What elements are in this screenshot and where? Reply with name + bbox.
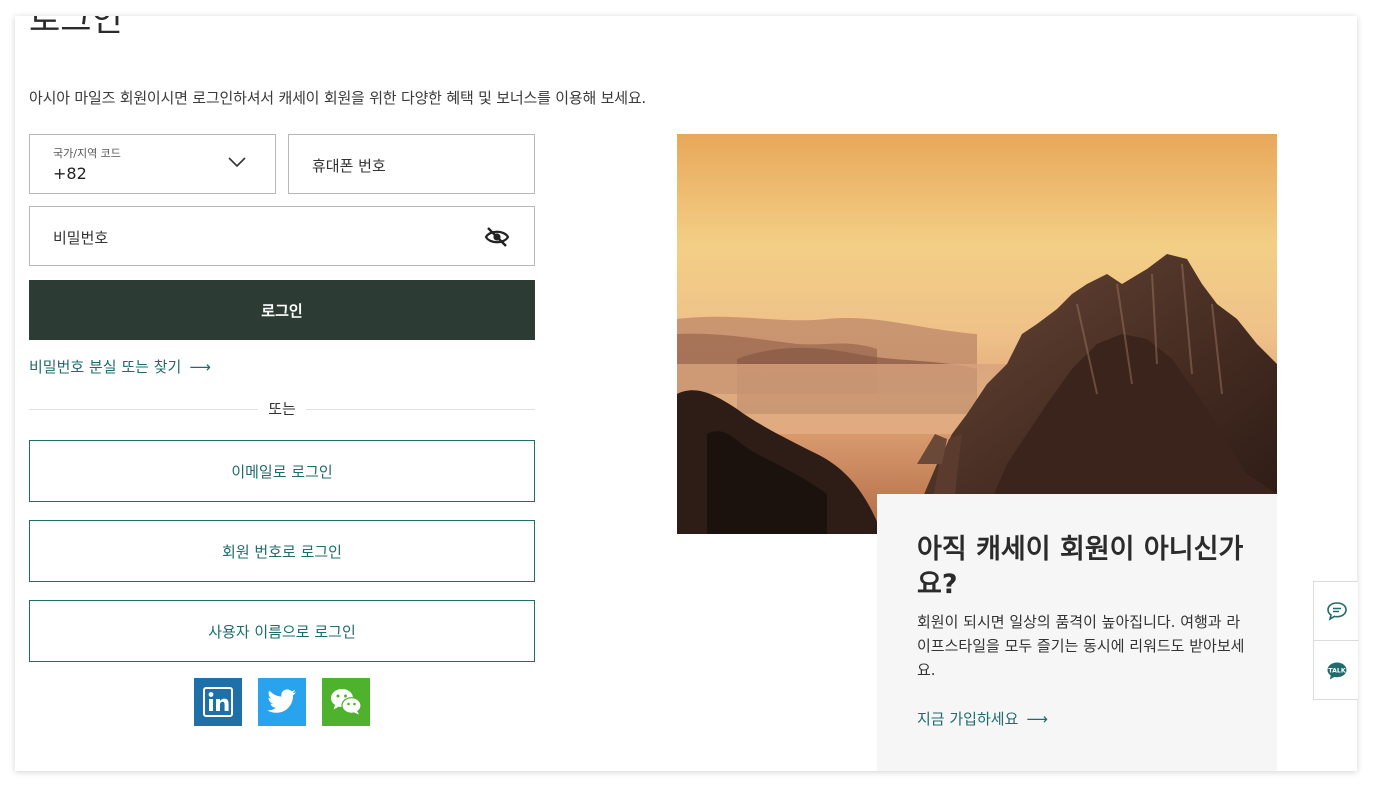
talk-icon-text: TALK xyxy=(1328,667,1345,674)
forgot-password-label: 비밀번호 분실 또는 찾기 xyxy=(29,358,182,376)
page-title: 로그인 xyxy=(29,16,123,40)
linkedin-login-button[interactable] xyxy=(194,678,242,726)
signup-promo-panel: 아직 캐세이 회원이 아니신가요? 회원이 되시면 일상의 품격이 높아집니다.… xyxy=(877,494,1277,771)
talk-button[interactable]: TALK xyxy=(1314,641,1359,700)
country-code-label: 국가/지역 코드 xyxy=(53,147,121,160)
promo-body: 회원이 되시면 일상의 품격이 높아집니다. 여행과 라이프스타일을 모두 즐기… xyxy=(917,613,1245,679)
phone-number-placeholder: 휴대폰 번호 xyxy=(312,157,386,175)
arrow-right-icon: ⟶ xyxy=(189,358,211,376)
arrow-right-icon: ⟶ xyxy=(1026,710,1048,728)
password-input[interactable]: 비밀번호 xyxy=(29,206,535,266)
linkedin-icon xyxy=(203,687,233,717)
login-button[interactable]: 로그인 xyxy=(29,280,535,340)
or-label: 또는 xyxy=(258,398,306,419)
join-now-label: 지금 가입하세요 xyxy=(917,710,1019,728)
login-with-username-button[interactable]: 사용자 이름으로 로그인 xyxy=(29,600,535,662)
wechat-login-button[interactable] xyxy=(322,678,370,726)
join-now-link[interactable]: 지금 가입하세요 ⟶ xyxy=(917,708,1048,729)
password-placeholder: 비밀번호 xyxy=(53,229,109,247)
eye-slash-icon[interactable] xyxy=(484,225,510,249)
talk-icon: TALK xyxy=(1327,662,1346,679)
chat-bubble-icon xyxy=(1326,602,1347,621)
wechat-icon xyxy=(331,689,362,715)
chat-button[interactable] xyxy=(1314,582,1359,641)
twitter-icon xyxy=(267,689,296,713)
chevron-down-icon xyxy=(228,157,246,168)
login-with-email-button[interactable]: 이메일로 로그인 xyxy=(29,440,535,502)
login-card: 로그인 아시아 마일즈 회원이시면 로그인하셔서 캐세이 회원을 위한 다양한 … xyxy=(15,16,1357,771)
twitter-login-button[interactable] xyxy=(258,678,306,726)
mountain-landscape-illustration xyxy=(677,134,1277,534)
promo-heading: 아직 캐세이 회원이 아니신가요? xyxy=(917,534,1244,600)
country-code-select[interactable]: 국가/지역 코드 +82 xyxy=(29,134,276,194)
mountain-sunrise-image xyxy=(677,134,1277,534)
forgot-password-link[interactable]: 비밀번호 분실 또는 찾기 ⟶ xyxy=(29,356,211,377)
phone-number-input[interactable]: 휴대폰 번호 xyxy=(288,134,535,194)
country-code-value: +82 xyxy=(53,164,87,183)
login-with-member-number-button[interactable]: 회원 번호로 로그인 xyxy=(29,520,535,582)
intro-text: 아시아 마일즈 회원이시면 로그인하셔서 캐세이 회원을 위한 다양한 혜택 및… xyxy=(29,89,646,107)
floating-help-tools: TALK xyxy=(1313,581,1359,700)
